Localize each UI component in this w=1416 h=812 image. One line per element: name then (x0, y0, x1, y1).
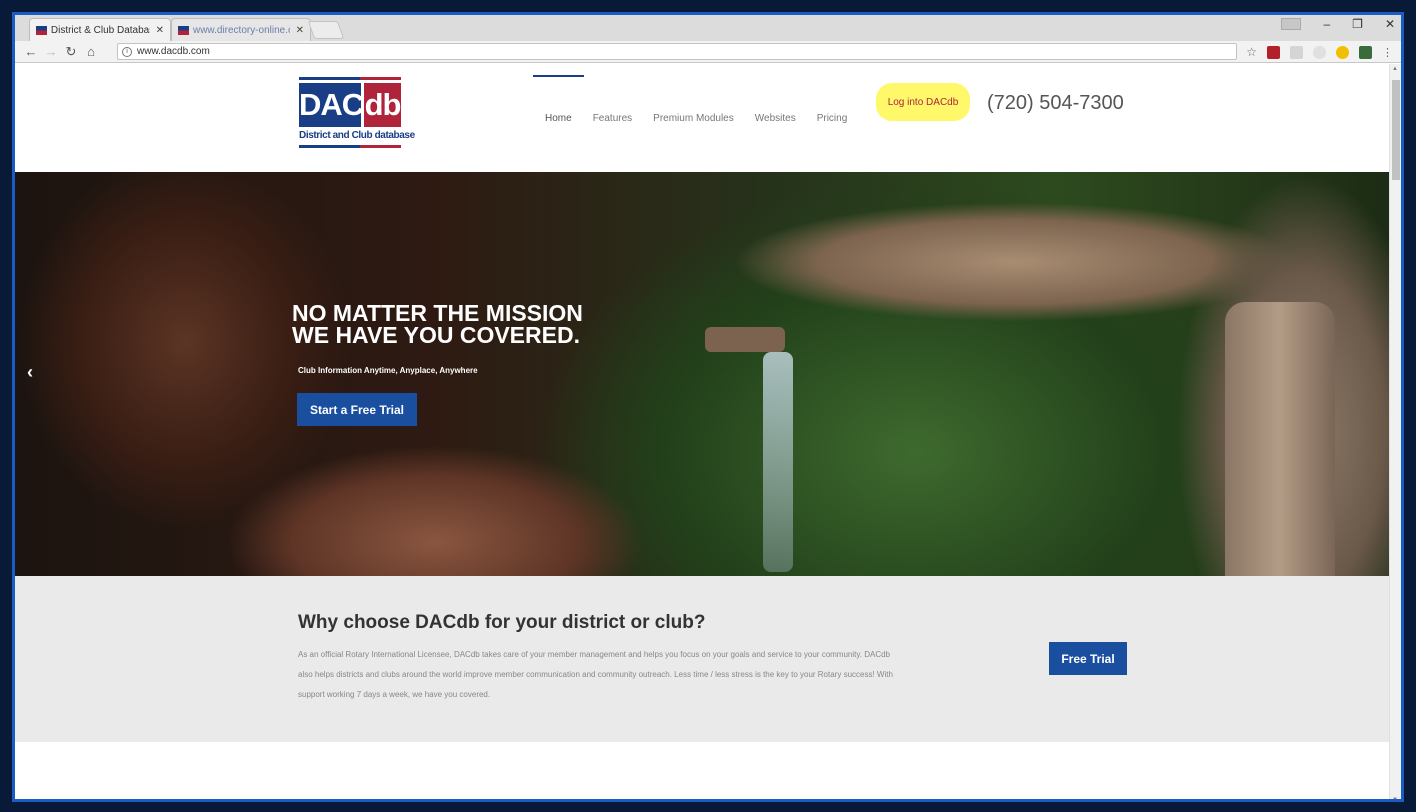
why-title: Why choose DACdb for your district or cl… (298, 612, 706, 633)
nav-pricing[interactable]: Pricing (817, 113, 848, 124)
why-body: As an official Rotary International Lice… (298, 650, 893, 699)
pdf-extension-icon[interactable] (1267, 45, 1280, 59)
browser-toolbar: ← → ↻ ⌂ i www.dacdb.com ☆ ⋮ (15, 41, 1401, 63)
forward-arrow-icon[interactable]: → (41, 44, 61, 59)
start-free-trial-button[interactable]: Start a Free Trial (297, 393, 417, 426)
hero-carousel: NO MATTER THE MISSION WE HAVE YOU COVERE… (15, 172, 1401, 576)
hero-pipe (1225, 302, 1335, 576)
user-profile-icon[interactable] (1281, 18, 1302, 30)
restore-icon[interactable]: ❐ (1352, 17, 1363, 31)
extension-icon[interactable] (1359, 45, 1372, 59)
browser-window: District & Club Database ✕ www.directory… (12, 12, 1404, 802)
address-bar[interactable]: i www.dacdb.com (117, 43, 1237, 60)
login-button[interactable]: Log into DACdb (876, 83, 970, 121)
logo-tagline: District and Club database (299, 130, 415, 141)
home-icon[interactable]: ⌂ (81, 44, 101, 59)
tab-label: www.directory-online.co (192, 24, 290, 36)
logo-db: db (364, 83, 401, 127)
info-icon[interactable]: i (122, 46, 132, 57)
nav-websites[interactable]: Websites (755, 113, 796, 124)
phone-number[interactable]: (720) 504-7300 (987, 92, 1124, 115)
nav-features[interactable]: Features (593, 113, 632, 124)
screen-frame: District & Club Database ✕ www.directory… (0, 0, 1416, 812)
scroll-up-icon[interactable]: ▲ (1392, 66, 1398, 72)
close-icon[interactable]: ✕ (296, 25, 304, 36)
logo-stripe (299, 145, 401, 148)
site-header: DAC db District and Club database Home F… (15, 64, 1401, 172)
tab-directory-online[interactable]: www.directory-online.co ✕ (171, 18, 311, 41)
hero-faucet (705, 327, 785, 352)
scroll-down-icon[interactable]: ▼ (1392, 797, 1398, 799)
minimize-icon[interactable]: – (1323, 17, 1330, 31)
extension-icons: ☆ ⋮ (1246, 45, 1393, 59)
nav-premium-modules[interactable]: Premium Modules (653, 113, 734, 124)
hero-title-line-2: WE HAVE YOU COVERED. (292, 322, 580, 348)
hero-water (763, 352, 793, 572)
menu-icon[interactable]: ⋮ (1382, 46, 1393, 59)
why-section: Why choose DACdb for your district or cl… (15, 576, 1401, 742)
window-controls: – ❐ ✕ (1281, 17, 1395, 31)
back-arrow-icon[interactable]: ← (21, 44, 41, 59)
dacdb-favicon-icon (36, 25, 47, 35)
logo-stripe (299, 77, 401, 80)
tab-district-club[interactable]: District & Club Database ✕ (29, 18, 171, 41)
url-text: www.dacdb.com (137, 46, 210, 57)
hero-title: NO MATTER THE MISSION WE HAVE YOU COVERE… (292, 300, 652, 348)
logo-dac: DAC (299, 83, 364, 127)
hero-title-line-1: NO MATTER THE MISSION (292, 300, 583, 326)
extension-icon[interactable] (1290, 45, 1303, 59)
carousel-prev-icon[interactable]: ‹ (27, 362, 33, 383)
page-content: DAC db District and Club database Home F… (15, 64, 1401, 799)
extension-icon[interactable] (1336, 45, 1349, 59)
main-nav: Home Features Premium Modules Websites P… (533, 64, 868, 172)
hero-subtitle: Club Information Anytime, Anyplace, Anyw… (298, 366, 478, 375)
reload-icon[interactable]: ↻ (61, 44, 81, 60)
scrollbar-thumb[interactable] (1392, 80, 1400, 180)
nav-home[interactable]: Home (533, 74, 584, 124)
dacdb-logo[interactable]: DAC db District and Club database (299, 77, 415, 152)
tab-strip: District & Club Database ✕ www.directory… (15, 15, 1401, 41)
extension-icon[interactable] (1313, 45, 1326, 59)
dacdb-favicon-icon (178, 25, 189, 35)
tab-label: District & Club Database (50, 24, 150, 36)
new-tab-button[interactable] (307, 21, 345, 39)
free-trial-button[interactable]: Free Trial (1049, 642, 1127, 675)
page-scrollbar[interactable]: ▲ ▼ (1389, 64, 1401, 799)
logo-blocks: DAC db (299, 83, 401, 127)
bookmark-star-icon[interactable]: ☆ (1246, 45, 1257, 59)
close-window-icon[interactable]: ✕ (1385, 17, 1395, 31)
close-icon[interactable]: ✕ (156, 25, 164, 36)
